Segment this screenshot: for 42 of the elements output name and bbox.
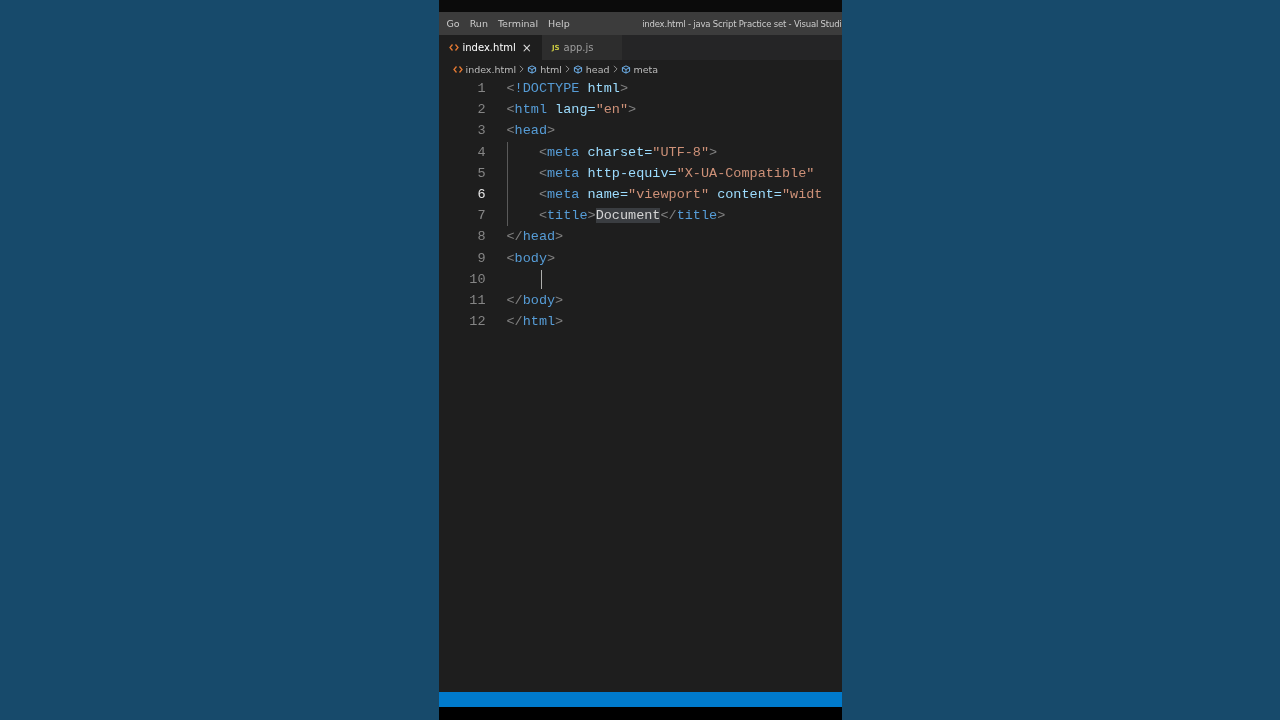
code-line: <!DOCTYPE html>	[506, 81, 629, 97]
menu-item[interactable]: Run	[469, 18, 488, 29]
breadcrumb-item[interactable]: html	[540, 63, 562, 75]
line-number: 5	[476, 165, 486, 181]
chevron-icon	[612, 65, 618, 73]
close-icon[interactable]: ×	[521, 40, 532, 55]
code-line: <head>	[506, 123, 556, 139]
editor-tab[interactable]: index.html ×	[438, 35, 542, 60]
code-line: <meta charset="UTF-8">	[537, 144, 718, 160]
cube-icon	[620, 64, 631, 74]
chevron-icon	[564, 65, 570, 73]
code-line: </html>	[506, 314, 564, 330]
line-number: 4	[476, 144, 486, 160]
line-number: 1	[476, 81, 486, 97]
code-line: </head>	[506, 229, 564, 245]
cube-icon	[527, 64, 538, 74]
line-number: 12	[468, 314, 486, 330]
breadcrumb-item[interactable]: index.html	[465, 63, 517, 75]
line-number: 9	[476, 250, 486, 266]
menu-item[interactable]: Help	[548, 18, 570, 29]
line-number: 6	[476, 187, 486, 203]
line-number: 8	[476, 229, 486, 245]
window-title: index.html - java Script Practice set - Visual Studi	[642, 18, 842, 29]
line-number: 3	[476, 123, 486, 139]
code-line: </body>	[506, 292, 564, 308]
cube-icon	[572, 64, 583, 74]
code-icon	[452, 64, 463, 74]
code-line: <html lang="en">	[506, 102, 637, 118]
breadcrumb-item[interactable]: head	[585, 63, 610, 75]
chevron-icon	[519, 65, 525, 73]
code-line: <meta name="viewport" content="widt	[537, 187, 823, 203]
code-line: <meta http-equiv="X-UA-Compatible"	[537, 165, 815, 181]
code-icon	[448, 43, 459, 52]
line-number: 2	[476, 102, 486, 118]
breadcrumb-item[interactable]: meta	[633, 63, 659, 75]
line-number: 11	[468, 292, 486, 308]
menu-item[interactable]: Terminal	[497, 18, 539, 29]
code-line: <body>	[506, 250, 556, 266]
code-line: <title>Document</title>	[537, 208, 726, 224]
menu-item[interactable]: Go	[446, 18, 460, 29]
line-number: 7	[476, 208, 486, 224]
line-number: 10	[468, 271, 486, 287]
